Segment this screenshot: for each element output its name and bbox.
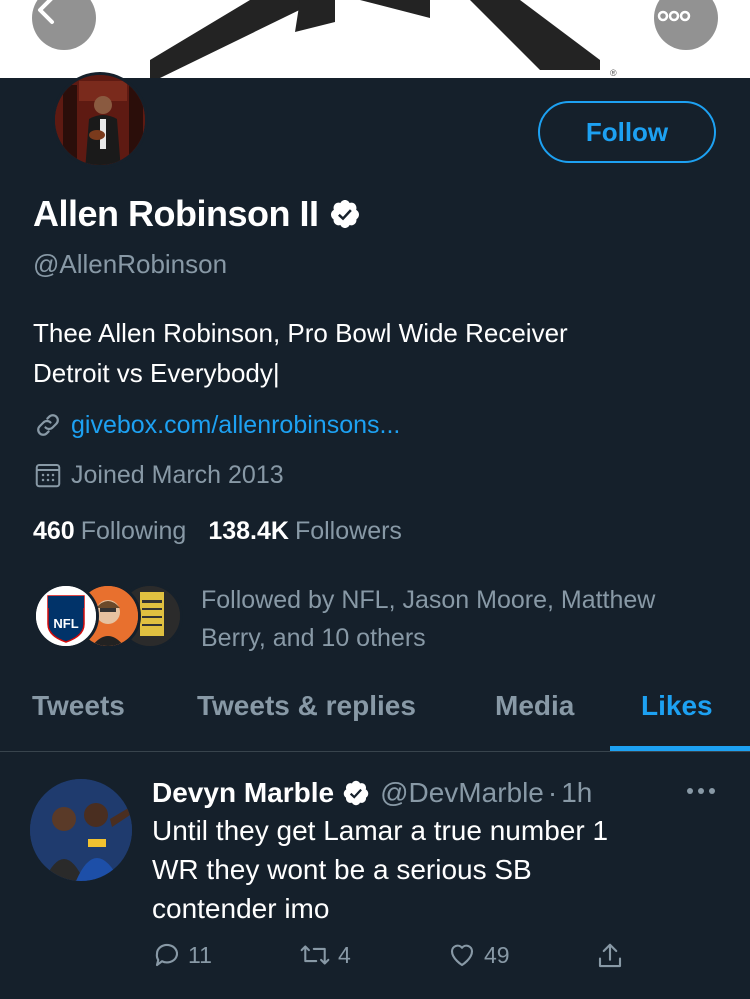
- followers-count: 138.4K: [208, 517, 289, 545]
- tweet-actions: 11 4 49: [152, 940, 652, 980]
- calendar-icon: [35, 464, 61, 488]
- profile-name: Allen Robinson II: [33, 193, 319, 234]
- tweet-separator: ·: [547, 777, 558, 808]
- tab-media[interactable]: Media: [495, 690, 574, 722]
- verified-badge-icon: [343, 780, 369, 806]
- tweet-author-name[interactable]: Devyn Marble: [152, 777, 334, 809]
- following-stat[interactable]: 460 Following: [33, 517, 186, 546]
- followed-by-line: Berry, and 10 others: [201, 624, 426, 652]
- share-icon: [598, 943, 622, 968]
- followers-avatar-stack: NFL: [33, 583, 183, 653]
- svg-text:®: ®: [610, 68, 617, 78]
- followers-you-know[interactable]: NFL Followed by NFL, Jason Moore, Matthe…: [33, 583, 655, 653]
- followers-label: Followers: [294, 517, 402, 545]
- followed-by-text: Followed by NFL, Jason Moore, Matthew Be…: [201, 581, 741, 657]
- follow-stats: 460 Following 138.4K Followers: [33, 517, 402, 546]
- more-dots-icon: [657, 10, 691, 22]
- like-button[interactable]: 49: [446, 940, 510, 970]
- tweet-text: Until they get Lamar a true number 1 WR …: [152, 811, 722, 928]
- reply-icon: [155, 943, 179, 967]
- svg-text:NFL: NFL: [53, 616, 78, 631]
- profile-handle: @AllenRobinson: [33, 249, 228, 279]
- tweet-author-avatar[interactable]: [30, 779, 132, 881]
- profile-join-date: Joined March 2013: [33, 460, 284, 490]
- profile-banner[interactable]: ®: [0, 0, 750, 78]
- profile-avatar[interactable]: [52, 72, 148, 168]
- nfl-avatar: NFL: [33, 583, 99, 649]
- active-tab-indicator: [610, 746, 750, 751]
- nfl-shield-icon: NFL: [36, 586, 96, 646]
- chevron-left-icon: [38, 0, 54, 24]
- heart-icon: [450, 944, 474, 967]
- retweet-icon: [300, 945, 330, 965]
- join-date-text: Joined March 2013: [71, 460, 284, 489]
- followed-by-line: Followed by NFL, Jason Moore, Matthew: [201, 586, 656, 614]
- retweet-count: 4: [338, 941, 351, 968]
- liked-tweet[interactable]: Devyn Marble @DevMarble · 1h Until they …: [0, 753, 750, 999]
- verified-badge-icon: [330, 200, 359, 228]
- tweet-text-line: Until they get Lamar a true number 1: [152, 815, 609, 846]
- tab-likes[interactable]: Likes: [641, 690, 713, 722]
- profile-screen: ® Follow Allen Robinson II @AllenRobinso…: [0, 0, 750, 999]
- tweet-text-line: WR they wont be a serious SB: [152, 854, 532, 885]
- banner-logo-graphic: ®: [150, 0, 617, 78]
- tweet-header: Devyn Marble @DevMarble · 1h: [152, 773, 592, 813]
- retweet-button[interactable]: 4: [298, 940, 351, 970]
- reply-count: 11: [188, 941, 212, 968]
- bio-line: Thee Allen Robinson, Pro Bowl Wide Recei…: [33, 318, 568, 348]
- tweet-author-handle[interactable]: @DevMarble: [380, 777, 544, 809]
- profile-name-row: Allen Robinson II: [33, 192, 361, 236]
- following-label: Following: [80, 517, 187, 545]
- ellipsis-icon: [687, 788, 715, 794]
- link-icon: [37, 414, 59, 436]
- follow-button[interactable]: Follow: [538, 101, 716, 163]
- followers-stat[interactable]: 138.4K Followers: [208, 517, 402, 546]
- bio-line: Detroit vs Everybody|: [33, 358, 280, 388]
- profile-tabs: Tweets Tweets & replies Media Likes: [0, 672, 750, 752]
- tab-tweets-and-replies[interactable]: Tweets & replies: [197, 690, 416, 722]
- profile-bio: Thee Allen Robinson, Pro Bowl Wide Recei…: [33, 313, 723, 393]
- following-count: 460: [33, 517, 75, 545]
- tweet-timestamp[interactable]: 1h: [561, 777, 592, 809]
- tweet-text-line: contender imo: [152, 893, 330, 924]
- tweet-avatar-photo: [30, 779, 132, 881]
- like-count: 49: [484, 941, 510, 968]
- avatar-photo: [55, 75, 145, 165]
- tab-tweets[interactable]: Tweets: [32, 690, 125, 722]
- share-button[interactable]: [595, 940, 625, 972]
- website-link[interactable]: givebox.com/allenrobinsons...: [71, 411, 400, 440]
- tweet-more-button[interactable]: [684, 781, 718, 806]
- profile-website[interactable]: givebox.com/allenrobinsons...: [33, 410, 400, 440]
- reply-button[interactable]: 11: [152, 940, 212, 970]
